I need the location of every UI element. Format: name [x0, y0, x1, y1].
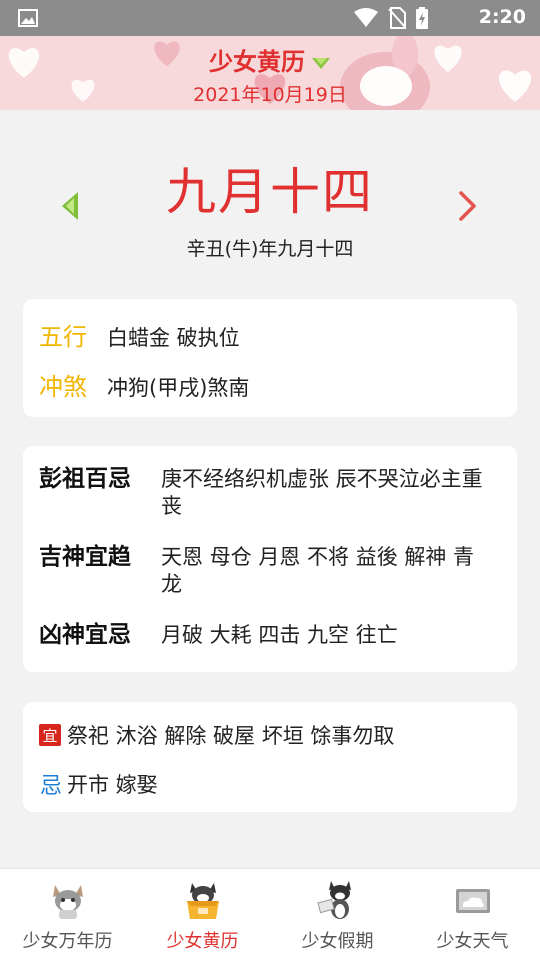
- tab-holiday[interactable]: 少女假期: [270, 869, 405, 960]
- pengzu-value: 庚不经络织机虚张 辰不哭泣必主重丧: [161, 467, 483, 518]
- wuxing-value: 白蜡金 破执位: [107, 326, 240, 350]
- app-title: 少女黄历: [209, 48, 305, 76]
- app-header: 少女黄历 2021年10月19日: [0, 36, 540, 110]
- photo-icon: [18, 8, 38, 32]
- tab-almanac[interactable]: 少女黄历: [135, 869, 270, 960]
- tab-calendar[interactable]: 少女万年历: [0, 869, 135, 960]
- jishen-label: 吉神宜趋: [39, 544, 131, 570]
- corgi-icon: [47, 879, 89, 921]
- tab-label: 少女万年历: [22, 931, 113, 952]
- ganzhi-date: 辛丑(牛)年九月十四: [186, 238, 354, 260]
- cat-box-icon: [182, 879, 224, 921]
- pengzu-row: 彭祖百忌 庚不经络织机虚张 辰不哭泣必主重丧: [39, 464, 491, 520]
- jishen-row: 吉神宜趋 天恩 母仓 月恩 不将 益後 解神 青龙: [39, 542, 491, 598]
- xiongshen-row: 凶神宜忌 月破 大耗 四击 九空 往亡: [39, 620, 491, 650]
- tab-weather[interactable]: 少女天气: [405, 869, 540, 960]
- chongsha-label: 冲煞: [39, 373, 87, 401]
- yi-value: 祭祀 沐浴 解除 破屋 坏垣 馀事勿取: [67, 724, 395, 748]
- wuxing-label: 五行: [39, 323, 87, 351]
- chongsha-row: 冲煞 冲狗(甲戌)煞南: [39, 367, 249, 402]
- app-title-dropdown[interactable]: 少女黄历: [0, 42, 540, 77]
- xiongshen-value: 月破 大耗 四击 九空 往亡: [161, 623, 398, 647]
- clock: 2:20: [478, 6, 526, 28]
- no-sim-icon: [388, 7, 406, 33]
- wuxing-card: 五行 白蜡金 破执位 冲煞 冲狗(甲戌)煞南: [23, 299, 517, 417]
- cloud-icon: [452, 879, 494, 921]
- ji-badge: 忌: [39, 774, 62, 799]
- yiji-card: 宜 祭祀 沐浴 解除 破屋 坏垣 馀事勿取 忌 开市 嫁娶: [23, 702, 517, 812]
- ji-value: 开市 嫁娶: [67, 773, 158, 797]
- wifi-icon: [354, 8, 378, 32]
- jishen-value: 天恩 母仓 月恩 不将 益後 解神 青龙: [161, 545, 475, 596]
- tab-label: 少女假期: [301, 931, 374, 952]
- tab-label: 少女黄历: [166, 931, 239, 952]
- bottom-tab-bar: 少女万年历 少女黄历 少女假期 少女天气: [0, 868, 540, 960]
- status-bar: 2:20: [0, 0, 540, 36]
- chongsha-value: 冲狗(甲戌)煞南: [107, 376, 250, 400]
- wuxing-row: 五行 白蜡金 破执位: [39, 317, 240, 352]
- pengzu-label: 彭祖百忌: [39, 466, 131, 492]
- cat-sign-icon: [317, 879, 359, 921]
- battery-icon: [416, 7, 428, 33]
- xiongshen-label: 凶神宜忌: [39, 622, 131, 648]
- header-date: 2021年10月19日: [193, 84, 347, 106]
- chevron-down-icon: [311, 49, 331, 77]
- details-card: 彭祖百忌 庚不经络织机虚张 辰不哭泣必主重丧 吉神宜趋 天恩 母仓 月恩 不将 …: [23, 446, 517, 672]
- next-day-button[interactable]: [456, 190, 478, 226]
- yi-row: 宜 祭祀 沐浴 解除 破屋 坏垣 馀事勿取: [39, 720, 394, 750]
- ji-row: 忌 开市 嫁娶: [39, 768, 158, 800]
- yi-badge: 宜: [39, 724, 61, 746]
- tab-label: 少女天气: [436, 931, 509, 952]
